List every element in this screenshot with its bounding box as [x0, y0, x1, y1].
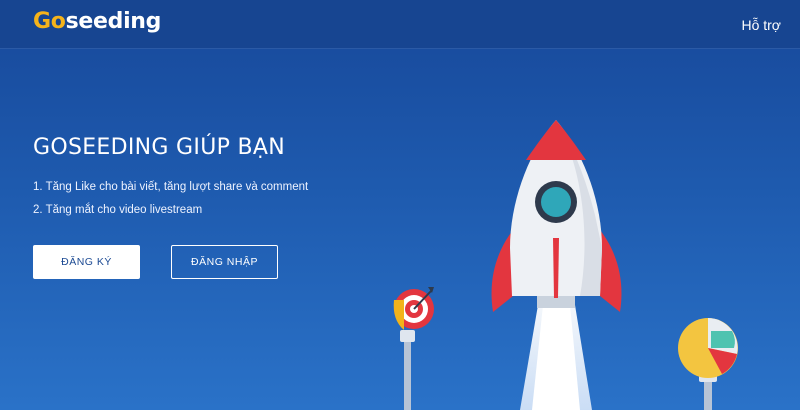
pie-chart-lightbulb-icon: [678, 318, 738, 410]
hero-illustration: [393, 120, 738, 410]
rocket-icon: [491, 120, 622, 410]
target-lightbulb-icon: [393, 287, 434, 410]
